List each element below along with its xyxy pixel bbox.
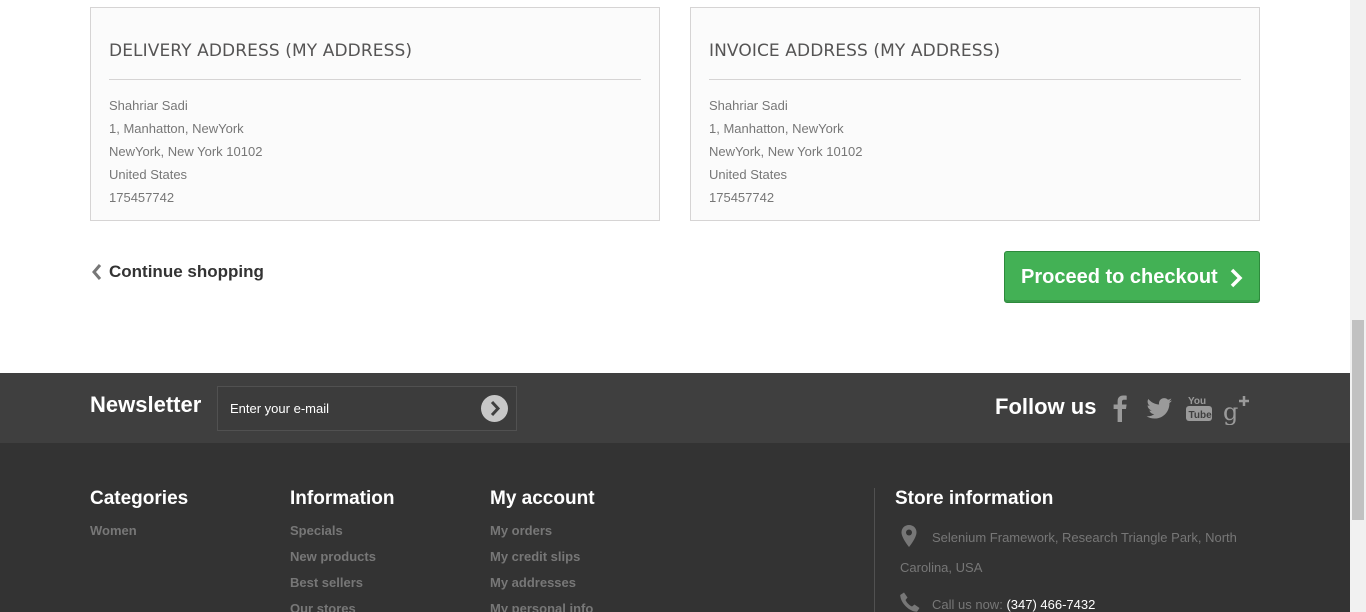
chevron-right-circle-icon [490, 400, 501, 417]
address-phone: 175457742 [109, 190, 175, 205]
category-link[interactable]: Women [90, 520, 137, 546]
address-city: NewYork, New York 10102 [109, 144, 263, 159]
newsletter-bar: Newsletter Enter your e-mail Follow us Y… [0, 373, 1350, 443]
information-links: Specials New products Best sellers Our s… [290, 520, 376, 612]
store-address-line2: Carolina, USA [900, 560, 983, 575]
address-city: NewYork, New York 10102 [709, 144, 863, 159]
information-link[interactable]: Best sellers [290, 572, 376, 598]
address-phone: 175457742 [709, 190, 775, 205]
twitter-link[interactable] [1143, 391, 1175, 425]
account-link[interactable]: My personal info [490, 598, 593, 612]
checkout-label: Proceed to checkout [1021, 266, 1218, 288]
store-information-title: Store information [895, 488, 1054, 509]
invoice-address-title: INVOICE ADDRESS (MY ADDRESS) [709, 41, 1001, 61]
my-account-links: My orders My credit slips My addresses M… [490, 520, 593, 612]
information-title: Information [290, 488, 395, 509]
chevron-right-icon [1230, 268, 1243, 288]
address-country: United States [709, 167, 788, 182]
svg-text:Tube: Tube [1189, 410, 1213, 421]
my-account-title: My account [490, 488, 595, 509]
information-link[interactable]: New products [290, 546, 376, 572]
address-name: Shahriar Sadi [109, 98, 188, 113]
delivery-address-lines: Shahriar Sadi 1, Manhatton, NewYork NewY… [109, 94, 262, 209]
newsletter-email-input[interactable]: Enter your e-mail [217, 386, 517, 431]
store-phone-label: Call us now: [932, 597, 1003, 612]
youtube-icon: You Tube [1186, 396, 1213, 421]
facebook-icon [1113, 395, 1127, 422]
account-link[interactable]: My orders [490, 520, 593, 546]
divider [709, 79, 1241, 80]
account-link[interactable]: My addresses [490, 572, 593, 598]
divider [109, 79, 641, 80]
scrollbar-track[interactable] [1350, 0, 1366, 612]
delivery-address-title: DELIVERY ADDRESS (MY ADDRESS) [109, 41, 413, 61]
invoice-address-box: INVOICE ADDRESS (MY ADDRESS) Shahriar Sa… [690, 7, 1260, 221]
account-link[interactable]: My credit slips [490, 546, 593, 572]
newsletter-submit-button[interactable] [481, 395, 508, 422]
map-marker-icon [901, 525, 917, 547]
address-name: Shahriar Sadi [709, 98, 788, 113]
address-country: United States [109, 167, 188, 182]
google-plus-icon: g [1223, 396, 1249, 426]
youtube-link[interactable]: You Tube [1183, 391, 1215, 425]
continue-shopping-link[interactable]: Continue shopping [90, 260, 264, 284]
newsletter-placeholder: Enter your e-mail [230, 401, 329, 416]
phone-icon [900, 592, 920, 612]
divider [874, 488, 875, 612]
twitter-icon [1146, 398, 1172, 419]
continue-shopping-label: Continue shopping [109, 262, 264, 281]
store-phone: Call us now: (347) 466-7432 [932, 597, 1095, 612]
newsletter-title: Newsletter [90, 392, 202, 417]
follow-us-title: Follow us [995, 394, 1097, 419]
store-phone-number: (347) 466-7432 [1006, 597, 1096, 612]
svg-text:You: You [1188, 396, 1206, 407]
categories-links: Women [90, 520, 137, 546]
footer: Categories Women Information Specials Ne… [0, 443, 1350, 612]
delivery-address-box: DELIVERY ADDRESS (MY ADDRESS) Shahriar S… [90, 7, 660, 221]
proceed-to-checkout-button[interactable]: Proceed to checkout [1004, 251, 1260, 303]
information-link[interactable]: Our stores [290, 598, 376, 612]
address-street: 1, Manhatton, NewYork [709, 121, 844, 136]
address-street: 1, Manhatton, NewYork [109, 121, 244, 136]
facebook-link[interactable] [1104, 391, 1136, 425]
store-address-line1: Selenium Framework, Research Triangle Pa… [932, 530, 1237, 545]
scrollbar-thumb[interactable] [1352, 320, 1364, 520]
svg-text:g: g [1223, 398, 1238, 425]
categories-title: Categories [90, 488, 189, 509]
information-link[interactable]: Specials [290, 520, 376, 546]
invoice-address-lines: Shahriar Sadi 1, Manhatton, NewYork NewY… [709, 94, 862, 209]
chevron-left-icon [92, 264, 102, 280]
google-plus-link[interactable]: g [1222, 391, 1254, 426]
